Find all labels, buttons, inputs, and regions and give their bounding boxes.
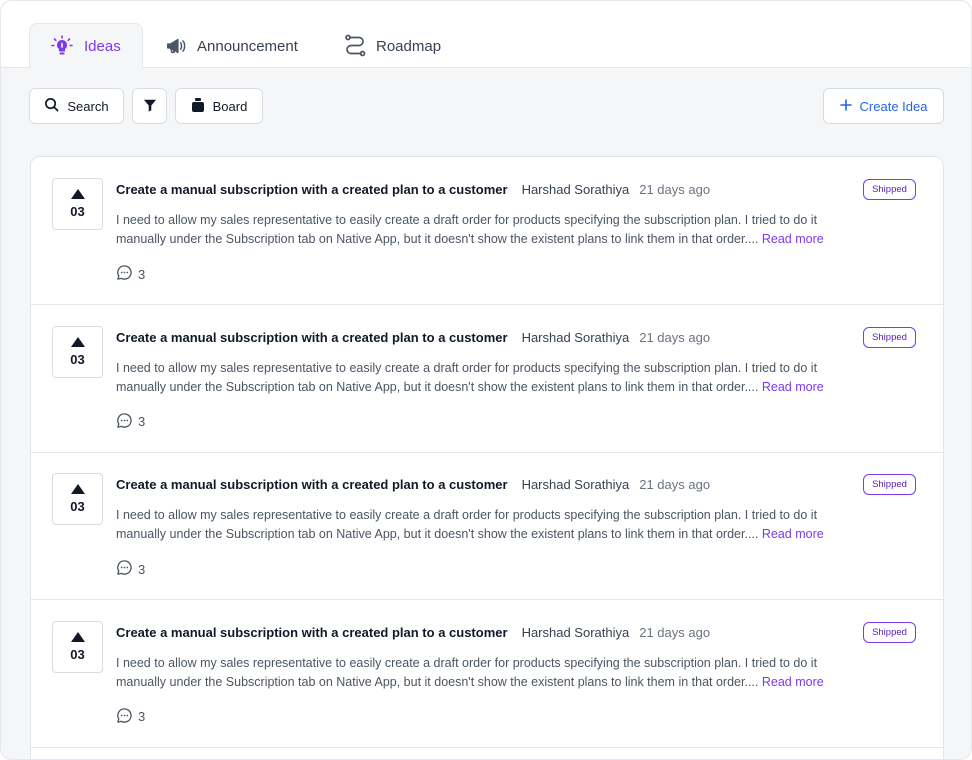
comments-count[interactable]: 3 <box>116 559 145 579</box>
vote-count: 03 <box>70 499 85 514</box>
vote-count: 03 <box>70 351 85 367</box>
idea-timestamp: 21 days ago <box>639 477 711 492</box>
comments-count[interactable]: 3 <box>116 264 145 284</box>
upvote-button[interactable]: 03 <box>52 473 103 525</box>
idea-title[interactable]: Create a manual subscription with a crea… <box>116 625 508 640</box>
search-label: Search <box>67 98 109 114</box>
tab-announcement[interactable]: Announcement <box>165 23 298 69</box>
board-label: Board <box>212 98 248 114</box>
idea-description-text: I need to allow my sales representative … <box>116 508 818 541</box>
idea-header: Create a manual subscription with a crea… <box>116 625 710 640</box>
filter-button[interactable] <box>132 88 167 124</box>
upvote-arrow-icon <box>70 189 85 199</box>
upvote-button[interactable]: 03 <box>52 620 103 673</box>
status-badge: Shipped <box>863 621 916 643</box>
tab-label: Roadmap <box>376 37 442 55</box>
idea-description: I need to allow my sales representative … <box>116 359 866 397</box>
idea-description-text: I need to allow my sales representative … <box>116 213 818 246</box>
comment-count: 3 <box>138 709 146 724</box>
idea-title[interactable]: Create a manual subscription with a crea… <box>116 477 508 492</box>
vote-count: 03 <box>70 646 85 662</box>
idea-header: Create a manual subscription with a crea… <box>116 330 710 345</box>
idea-author: Harshad Sorathiya <box>521 477 630 492</box>
read-more-link[interactable]: Read more <box>762 675 824 689</box>
plus-icon <box>839 98 852 114</box>
upvote-arrow-icon <box>70 631 85 642</box>
ideas-list: 03 Create a manual subscription with a c… <box>30 156 944 759</box>
comment-count: 3 <box>138 414 146 429</box>
idea-author: Harshad Sorathiya <box>521 329 630 345</box>
comment-icon <box>116 559 133 579</box>
search-button[interactable]: Search <box>29 88 124 124</box>
filter-icon <box>143 98 157 115</box>
tab-roadmap[interactable]: Roadmap <box>344 23 441 69</box>
idea-description: I need to allow my sales representative … <box>116 654 866 692</box>
comment-icon <box>116 264 133 284</box>
search-icon <box>44 97 59 115</box>
upvote-button[interactable]: 03 <box>52 178 103 230</box>
idea-item[interactable]: 03 Create a manual subscription with a c… <box>31 305 943 453</box>
idea-author: Harshad Sorathiya <box>521 182 630 197</box>
app-frame: Ideas Announcement Roadmap Search Board … <box>0 0 972 760</box>
idea-item[interactable]: 03 Create a manual subscription with a c… <box>31 452 943 600</box>
comment-count: 3 <box>138 561 146 577</box>
vote-count: 03 <box>70 204 85 219</box>
board-button[interactable]: Board <box>175 88 263 124</box>
idea-item[interactable]: 03 Create a manual subscription with a c… <box>31 157 943 305</box>
upvote-arrow-icon <box>70 336 85 347</box>
upvote-arrow-icon <box>70 484 85 494</box>
comments-count[interactable]: 3 <box>116 707 145 727</box>
idea-item[interactable]: 03 Create a manual subscription with a c… <box>31 600 943 748</box>
read-more-link[interactable]: Read more <box>762 380 824 394</box>
idea-description: I need to allow my sales representative … <box>116 211 866 249</box>
comment-icon <box>116 707 133 727</box>
lightbulb-icon <box>50 34 74 59</box>
roadmap-icon <box>344 34 366 58</box>
upvote-button[interactable]: 03 <box>52 325 103 378</box>
create-idea-button[interactable]: Create Idea <box>823 88 944 124</box>
idea-header: Create a manual subscription with a crea… <box>116 477 710 492</box>
megaphone-icon <box>165 35 187 57</box>
status-badge: Shipped <box>863 326 916 348</box>
comment-icon <box>116 412 133 432</box>
idea-title[interactable]: Create a manual subscription with a crea… <box>116 330 508 345</box>
idea-title[interactable]: Create a manual subscription with a crea… <box>116 182 508 197</box>
comments-count[interactable]: 3 <box>116 412 145 432</box>
tab-label: Ideas <box>84 38 121 55</box>
idea-timestamp: 21 days ago <box>639 624 711 640</box>
comment-count: 3 <box>138 266 146 282</box>
tab-ideas[interactable]: Ideas <box>29 23 143 69</box>
status-badge: Shipped <box>863 474 916 495</box>
idea-description-text: I need to allow my sales representative … <box>116 360 818 394</box>
create-idea-label: Create Idea <box>859 98 928 114</box>
idea-description: I need to allow my sales representative … <box>116 506 866 544</box>
idea-timestamp: 21 days ago <box>639 182 711 197</box>
idea-timestamp: 21 days ago <box>639 329 711 345</box>
read-more-link[interactable]: Read more <box>762 527 824 541</box>
tab-label: Announcement <box>197 37 298 55</box>
board-icon <box>191 97 205 116</box>
idea-author: Harshad Sorathiya <box>521 624 630 640</box>
idea-header: Create a manual subscription with a crea… <box>116 182 710 197</box>
read-more-link[interactable]: Read more <box>762 232 824 246</box>
idea-description-text: I need to allow my sales representative … <box>116 655 818 689</box>
status-badge: Shipped <box>863 179 916 200</box>
tab-bar: Ideas Announcement Roadmap <box>1 1 971 69</box>
